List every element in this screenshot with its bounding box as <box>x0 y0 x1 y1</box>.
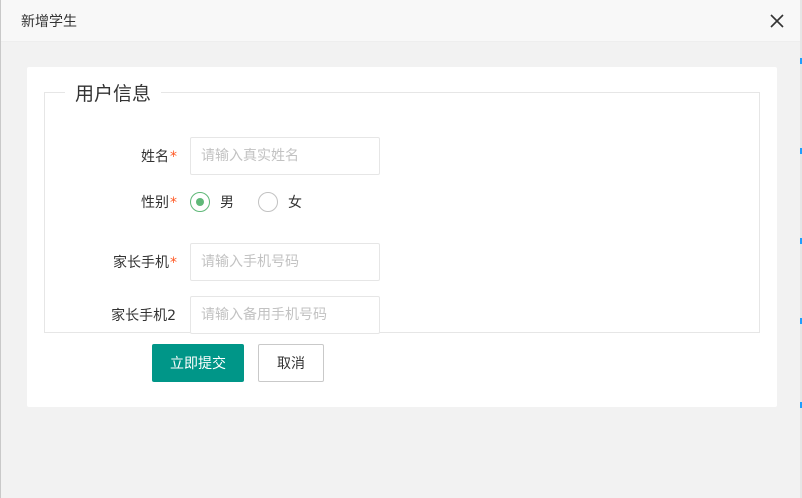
radio-checked-icon <box>190 192 210 212</box>
parent-phone-label: 家长手机* <box>113 255 177 271</box>
dialog-title: 新增学生 <box>21 14 77 30</box>
submit-button[interactable]: 立即提交 <box>152 344 244 382</box>
user-info-fieldset: 用户信息 姓名* 性别* 男 女 家长手机* <box>44 79 761 334</box>
parent-phone-input[interactable] <box>190 243 380 281</box>
parent-phone2-input[interactable] <box>190 296 380 334</box>
gender-radio-male[interactable]: 男 <box>190 191 234 213</box>
close-button[interactable] <box>767 11 787 31</box>
dialog-window: 新增学生 用户信息 姓名* 性别* 男 女 <box>0 0 802 498</box>
fieldset-legend: 用户信息 <box>75 83 152 105</box>
parent-phone2-row: 家长手机2 <box>45 296 761 334</box>
parent-phone2-label: 家长手机2 <box>111 308 176 324</box>
cancel-button[interactable]: 取消 <box>258 344 324 382</box>
radio-label-male: 男 <box>220 195 234 211</box>
parent-phone-row: 家长手机* <box>45 243 761 281</box>
gender-label: 性别* <box>141 195 177 211</box>
form-card: 用户信息 姓名* 性别* 男 女 家长手机* <box>27 67 777 407</box>
radio-label-female: 女 <box>288 195 302 211</box>
required-mark: * <box>170 195 177 211</box>
required-mark: * <box>170 255 177 271</box>
gender-radio-female[interactable]: 女 <box>258 191 302 213</box>
required-mark: * <box>170 149 177 165</box>
name-row: 姓名* <box>45 137 761 175</box>
gender-row: 性别* 男 女 <box>45 183 761 221</box>
close-icon <box>770 14 784 28</box>
radio-unchecked-icon <box>258 192 278 212</box>
name-input[interactable] <box>190 137 380 175</box>
dialog-titlebar: 新增学生 <box>1 0 801 42</box>
name-label: 姓名* <box>141 149 177 165</box>
